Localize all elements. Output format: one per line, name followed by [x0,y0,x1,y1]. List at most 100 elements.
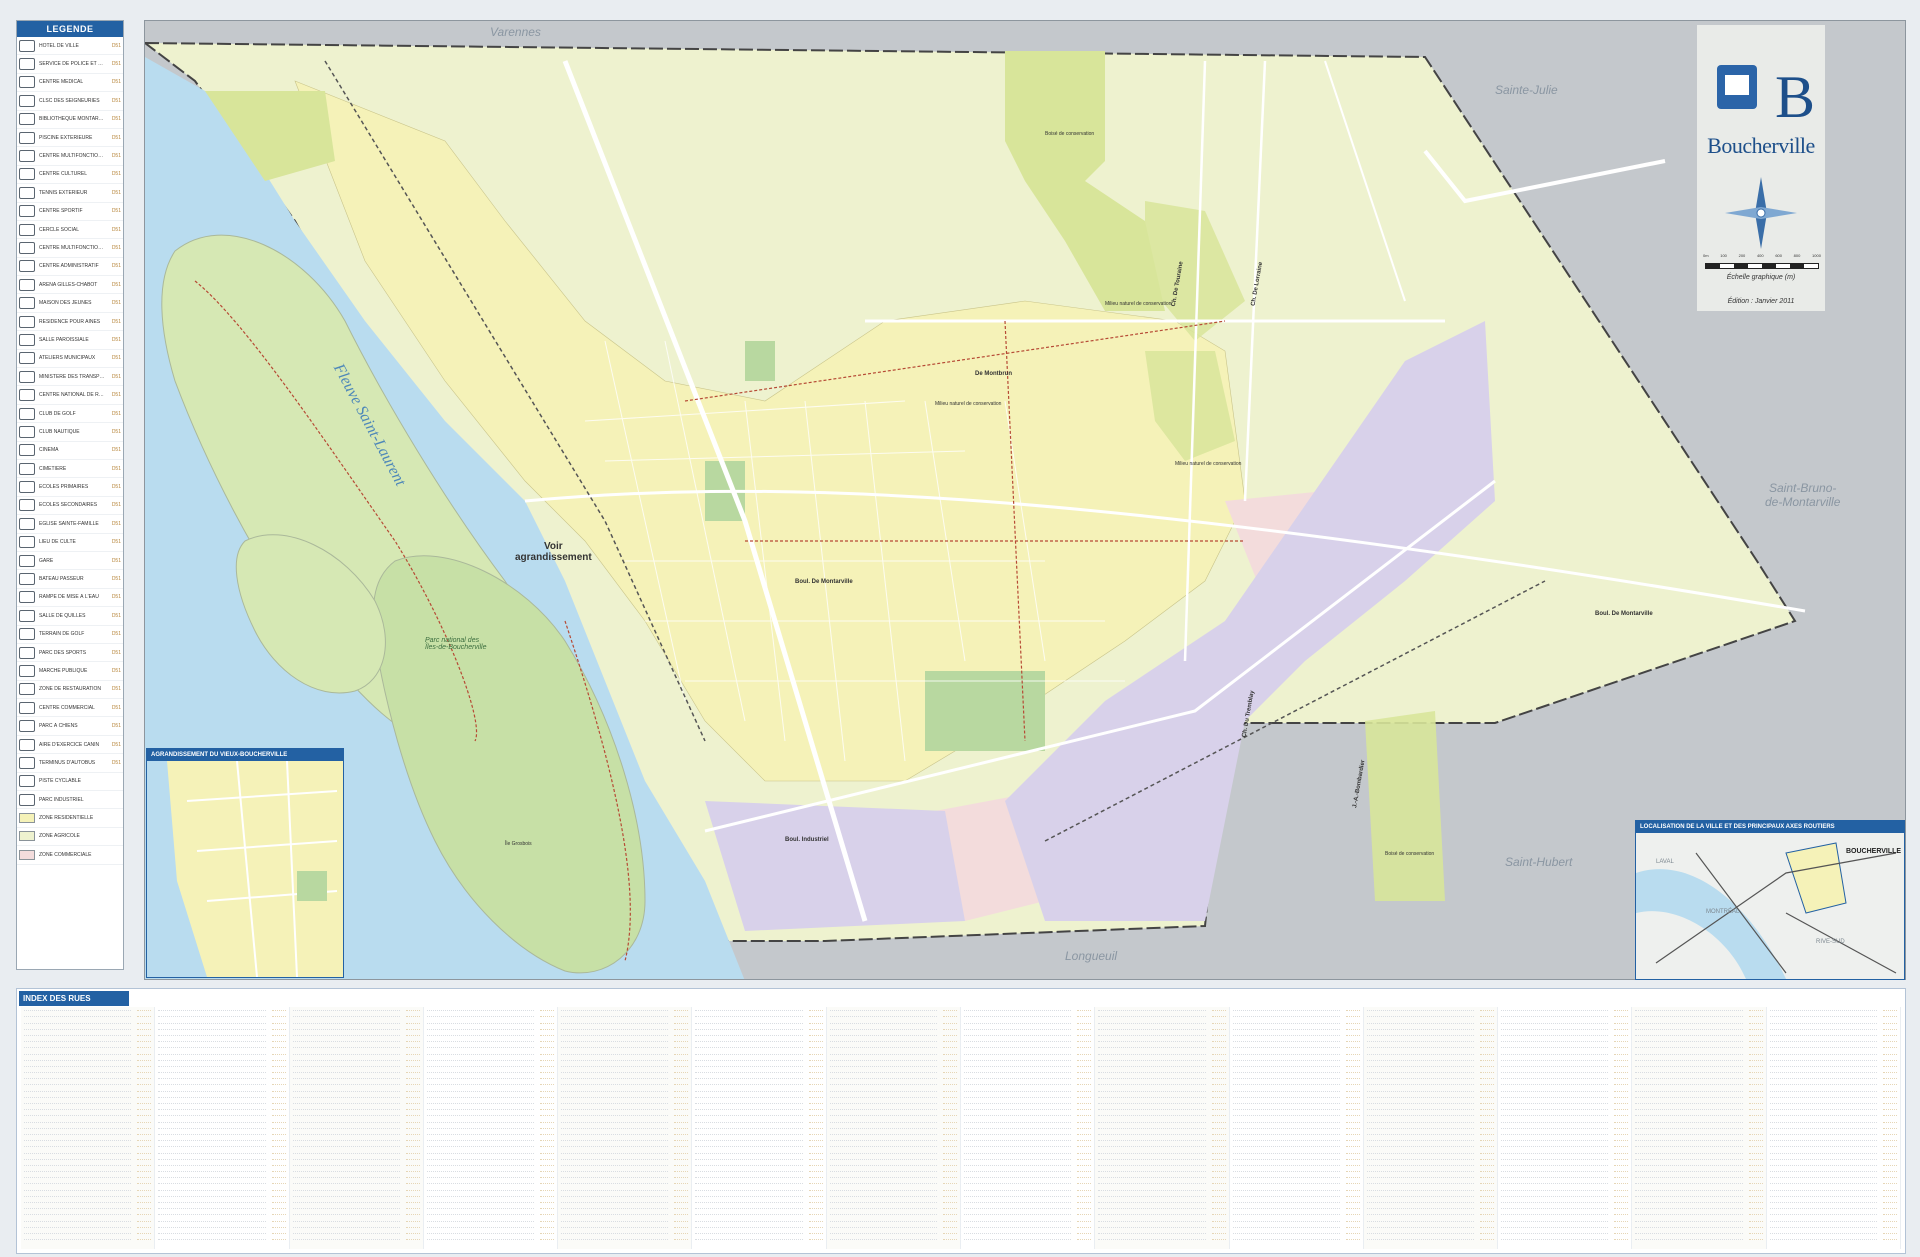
legend-item-label: Centre médical [39,79,84,86]
legend-item: Salle paroissiale D51 [17,331,123,350]
legend-item-label: Zone de restauration [39,686,102,693]
legend-item-label: Parc des sports [39,649,87,656]
label-milieu-3: Milieu naturel de conservation [935,401,1002,407]
place-longueuil: Longueuil [1065,949,1118,963]
inset-loc-map: BOUCHERVILLE LAVAL MONTRÉAL RIVE-SUD [1636,833,1904,979]
logo-panel: B Boucherville 0m 100 200 400 600 800 1000 Éch… [1697,25,1825,311]
mall-icon [19,701,35,714]
legend-item-code: D51 [111,428,121,435]
legend-item: Parc des sports D51 [17,644,123,663]
legend-item: Centre administratif D51 [17,258,123,277]
index-column [289,1007,424,1249]
park-icon [19,646,35,659]
scale-tick: 800 [1793,253,1801,258]
legend-item: Cimetière D51 [17,460,123,479]
hall-icon [19,333,35,346]
compass-rose-icon [1725,177,1797,249]
legend-item-label: Centre sportif [39,208,83,215]
legend-item-label: Rampe de mise à l'eau [39,594,99,601]
legend-item-label: Église Sainte-Famille [39,520,99,527]
index-column [692,1007,827,1249]
label-parc-iles: Parc national des Îles-de-Boucherville [425,637,487,651]
swatch-agricultural [19,831,35,842]
legend-item: Écoles primaires D51 [17,478,123,497]
legend-item: Centre médical D51 [17,74,123,93]
place-varennes: Varennes [490,25,541,39]
legend-item-label: Club nautique [39,428,80,435]
legend-item-label: Bateau passeur [39,576,84,583]
bus-icon [19,756,35,769]
scale-tick: 0m [1703,253,1709,258]
inset-localisation[interactable]: LOCALISATION DE LA VILLE ET DES PRINCIPA… [1635,820,1905,980]
swatch-commercial [19,849,35,860]
legend-item-code: D51 [111,318,121,325]
label-boisee-2: Boisé de conservation [1385,851,1435,857]
index-column [1230,1007,1364,1249]
legend-item: Aire d'exercice canin D51 [17,736,123,755]
legend-item-code: D51 [111,502,121,509]
legend-item-label: Salle de quilles [39,612,86,619]
cmf-icon [19,241,35,254]
city-crest-icon: B [1717,64,1815,130]
inset-laval-label: LAVAL [1656,859,1674,865]
svg-text:B: B [1775,64,1815,130]
label-montarville-2: Boul. De Montarville [1595,611,1653,617]
legend-item-code: D51 [111,447,121,454]
legend-item: Zone agricole [17,828,123,847]
worship-icon [19,536,35,549]
legend-item: Club nautique D51 [17,423,123,442]
cinema-icon [19,444,35,457]
index-row [1366,1236,1495,1242]
industrial-icon [19,793,35,806]
legend-item-label: Aréna Gilles-Chabot [39,281,98,288]
legend-item: Cercle social D51 [17,221,123,240]
index-title: INDEX DES RUES [19,991,129,1006]
index-column [558,1007,693,1249]
legend-item-label: Aire d'exercice canin [39,741,100,748]
legend-item-label: Terrain de golf [39,631,85,638]
senior-icon [19,315,35,328]
scale-tick: 400 [1756,253,1764,258]
legend-item-code: D51 [111,612,121,619]
legend-item-code: D51 [111,42,121,49]
legend-item: Aréna Gilles-Chabot D51 [17,276,123,295]
legend-item-code: D51 [111,208,121,215]
legend-item-label: CLSC des Seigneuries [39,97,100,104]
legend-item-code: D51 [111,134,121,141]
legend-item-code: D51 [111,631,121,638]
church-icon [19,517,35,530]
label-industriel: Boul. Industriel [785,837,829,843]
legend-item: Zone de restauration D51 [17,681,123,700]
legend-item-code: D51 [111,336,121,343]
place-sainte-julie: Sainte-Julie [1495,83,1558,97]
arena-icon [19,278,35,291]
inset-vieux-boucherville[interactable]: AGRANDISSEMENT DU VIEUX-BOUCHERVILLE [146,748,344,978]
legend-item-code: D51 [111,226,121,233]
legend-item-label: Tennis extérieur [39,189,88,196]
index-row [561,1236,689,1242]
clsc-icon [19,94,35,107]
legend-item: Zone résidentielle [17,809,123,828]
culture-icon [19,168,35,181]
voir-agrandissement-label: Voir agrandissement [515,541,592,563]
legend-item-code: D51 [111,61,121,68]
admin-icon [19,260,35,273]
place-saint-hubert: Saint-Hubert [1505,855,1573,869]
legend-item-label: Cimetière [39,465,67,472]
legend-item: Centre national de recherches du Canada D… [17,386,123,405]
legend-item-code: D51 [111,171,121,178]
legend-item-label: Centre national de recherches du Canada [39,392,105,399]
legend-item-code: D51 [111,594,121,601]
legend-panel: LEGENDE Hôtel de ville D51 Service de poli… [16,20,124,970]
golf-club-icon [19,407,35,420]
legend-item: Terminus d'autobus D51 [17,754,123,773]
inset-montreal-label: MONTRÉAL [1706,908,1740,915]
boat-ramp-icon [19,591,35,604]
ferry-icon [19,573,35,586]
label-montarville: Boul. De Montarville [795,579,853,585]
legend-item-label: Terminus d'autobus [39,759,96,766]
legend-item-label: Parc à chiens [39,723,78,730]
scale-tick: 600 [1775,253,1782,258]
index-column [1095,1007,1230,1249]
legend-item: Parc à chiens D51 [17,717,123,736]
